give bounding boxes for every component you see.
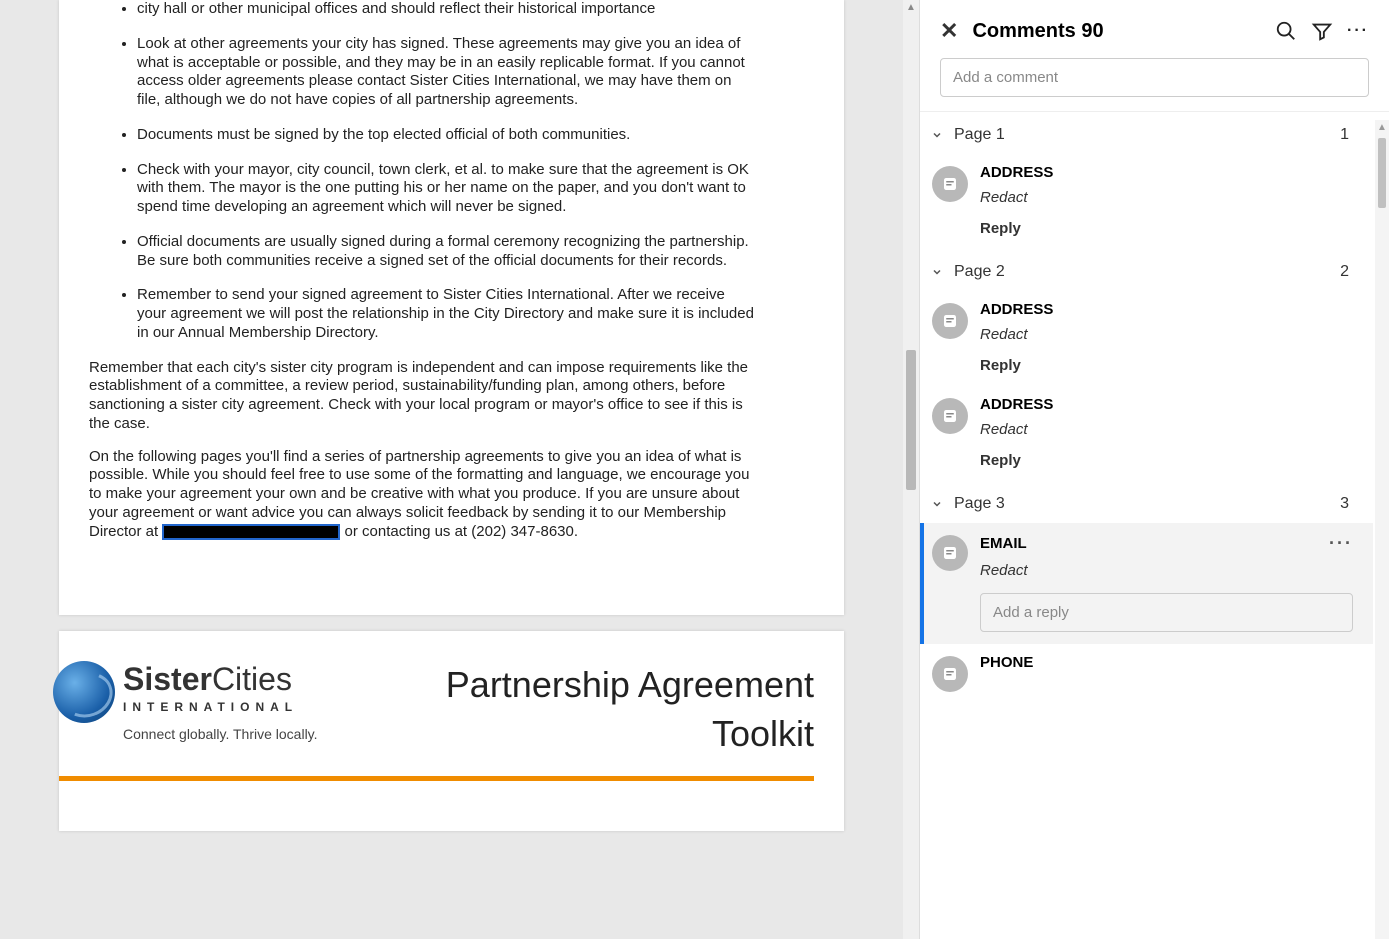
scrollbar-thumb[interactable] [1378, 138, 1386, 208]
comments-scrollbar[interactable]: ▲ [1375, 120, 1389, 939]
comment-item[interactable]: PHONE [920, 644, 1373, 704]
comments-title: Comments 90 [972, 20, 1261, 43]
comment-page-header[interactable]: Page 2 2 [920, 249, 1373, 291]
comment-type: PHONE [980, 654, 1353, 671]
logo-subtitle: INTERNATIONAL [123, 700, 318, 714]
comment-type: EMAIL··· [980, 533, 1353, 554]
redaction-mark[interactable] [162, 524, 340, 540]
comment-avatar-icon [932, 303, 968, 339]
chevron-down-icon[interactable] [930, 497, 944, 511]
reply-button[interactable]: Reply [980, 220, 1353, 237]
comments-panel: ✕ Comments 90 ··· Add a comment Page 1 1 A… [919, 0, 1389, 939]
logo-block: SisterCities INTERNATIONAL Connect globa… [59, 661, 318, 742]
bullet-item: Remember to send your signed agreement t… [137, 286, 814, 342]
paragraph: On the following pages you'll find a ser… [89, 448, 814, 542]
document-viewport[interactable]: city hall or other municipal offices and… [0, 0, 903, 939]
comment-subtext: Redact [980, 421, 1353, 438]
comment-subtext: Redact [980, 562, 1353, 579]
comments-list[interactable]: Page 1 1 ADDRESS Redact Reply Page 2 2 ADDRESS R… [920, 111, 1389, 939]
bullet-list: city hall or other municipal offices and… [137, 0, 814, 343]
divider-bar [59, 776, 814, 781]
comment-item[interactable]: ADDRESS Redact Reply [920, 386, 1373, 481]
bullet-item: Look at other agreements your city has s… [137, 35, 814, 110]
add-comment-input[interactable]: Add a comment [940, 58, 1369, 97]
chevron-down-icon[interactable] [930, 265, 944, 279]
document-page-4: SisterCities INTERNATIONAL Connect globa… [59, 631, 844, 831]
comment-avatar-icon [932, 166, 968, 202]
document-page-3: city hall or other municipal offices and… [59, 0, 844, 615]
comment-subtext: Redact [980, 189, 1353, 206]
bullet-item: city hall or other municipal offices and… [137, 0, 814, 19]
search-icon[interactable] [1275, 20, 1297, 42]
page-count: 3 [1340, 495, 1349, 513]
page-label: Page 2 [954, 263, 1330, 281]
scroll-up-arrow[interactable]: ▲ [1376, 122, 1388, 134]
comment-avatar-icon [932, 656, 968, 692]
more-icon[interactable]: ··· [1347, 20, 1369, 42]
comment-page-header[interactable]: Page 1 1 [920, 112, 1373, 154]
reply-button[interactable]: Reply [980, 357, 1353, 374]
comment-avatar-icon [932, 398, 968, 434]
reply-button[interactable]: Reply [980, 452, 1353, 469]
paragraph-text: or contacting us at (202) 347-8630. [340, 523, 578, 540]
more-icon[interactable]: ··· [1329, 533, 1353, 554]
scrollbar-thumb[interactable] [906, 350, 916, 490]
comment-page-header[interactable]: Page 3 3 [920, 481, 1373, 523]
bullet-item: Official documents are usually signed du… [137, 233, 814, 271]
comment-item[interactable]: ADDRESS Redact Reply [920, 291, 1373, 386]
filter-icon[interactable] [1311, 20, 1333, 42]
paragraph: Remember that each city's sister city pr… [89, 359, 814, 434]
reply-input[interactable]: Add a reply [980, 593, 1353, 632]
close-icon[interactable]: ✕ [940, 18, 958, 44]
logo-title: SisterCities [123, 661, 318, 698]
comment-type: ADDRESS [980, 164, 1353, 181]
chevron-down-icon[interactable] [930, 128, 944, 142]
document-scrollbar[interactable]: ▲ [903, 0, 919, 939]
comment-item[interactable]: EMAIL··· Redact Add a reply [920, 523, 1373, 644]
bullet-item: Documents must be signed by the top elec… [137, 126, 814, 145]
comment-type: ADDRESS [980, 396, 1353, 413]
bullet-item: Check with your mayor, city council, tow… [137, 161, 814, 217]
comment-subtext: Redact [980, 326, 1353, 343]
comment-avatar-icon [932, 535, 968, 571]
scroll-up-arrow[interactable]: ▲ [905, 2, 917, 14]
page-count: 1 [1340, 126, 1349, 144]
page-count: 2 [1340, 263, 1349, 281]
logo-tagline: Connect globally. Thrive locally. [123, 726, 318, 742]
comment-item[interactable]: ADDRESS Redact Reply [920, 154, 1373, 249]
page-label: Page 1 [954, 126, 1330, 144]
globe-icon [53, 661, 115, 723]
page-label: Page 3 [954, 495, 1330, 513]
page-title: Partnership Agreement Toolkit [318, 661, 814, 758]
comment-type: ADDRESS [980, 301, 1353, 318]
